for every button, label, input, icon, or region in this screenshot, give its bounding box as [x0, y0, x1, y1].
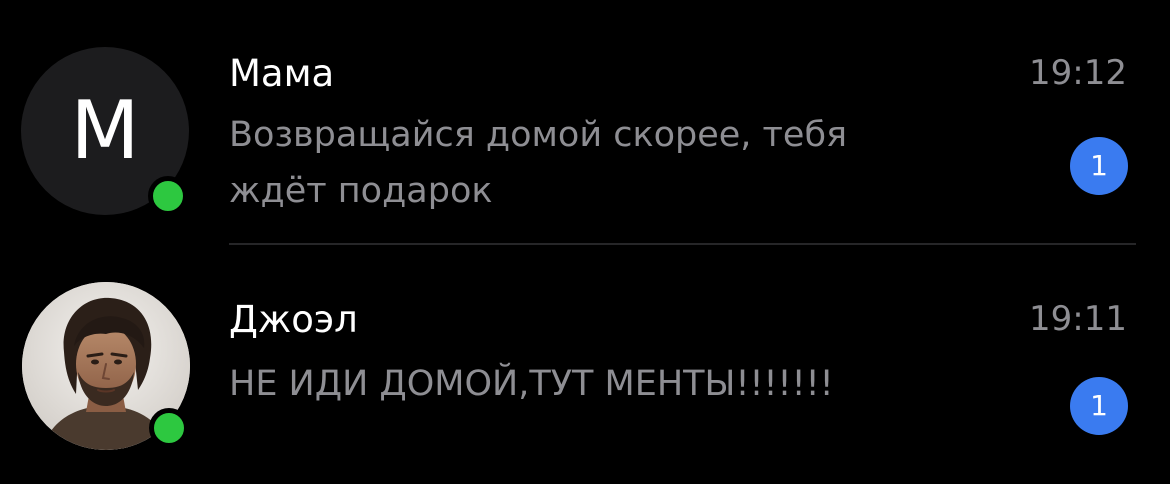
- message-preview: Возвращайся домой скорее, тебя ждёт пода…: [229, 115, 848, 211]
- chat-name: Джоэл: [229, 298, 358, 341]
- divider: [229, 243, 1136, 245]
- unread-count-badge: 1: [1070, 377, 1128, 435]
- chat-list-item-joel[interactable]: Джоэл 19:11 НЕ ИДИ ДОМОЙ,ТУТ МЕНТЫ!!!!!!…: [0, 246, 1170, 484]
- chat-time: 19:12: [1029, 53, 1127, 93]
- online-status-icon: [148, 176, 188, 216]
- unread-count-badge: 1: [1070, 137, 1128, 195]
- chat-list-item-mama[interactable]: М Мама 19:12 Возвращайся домой скорее, т…: [0, 0, 1170, 245]
- online-status-icon: [149, 408, 189, 448]
- chat-time: 19:11: [1029, 299, 1127, 339]
- chat-name: Мама: [229, 52, 335, 95]
- message-preview: НЕ ИДИ ДОМОЙ,ТУТ МЕНТЫ!!!!!!!: [229, 364, 834, 404]
